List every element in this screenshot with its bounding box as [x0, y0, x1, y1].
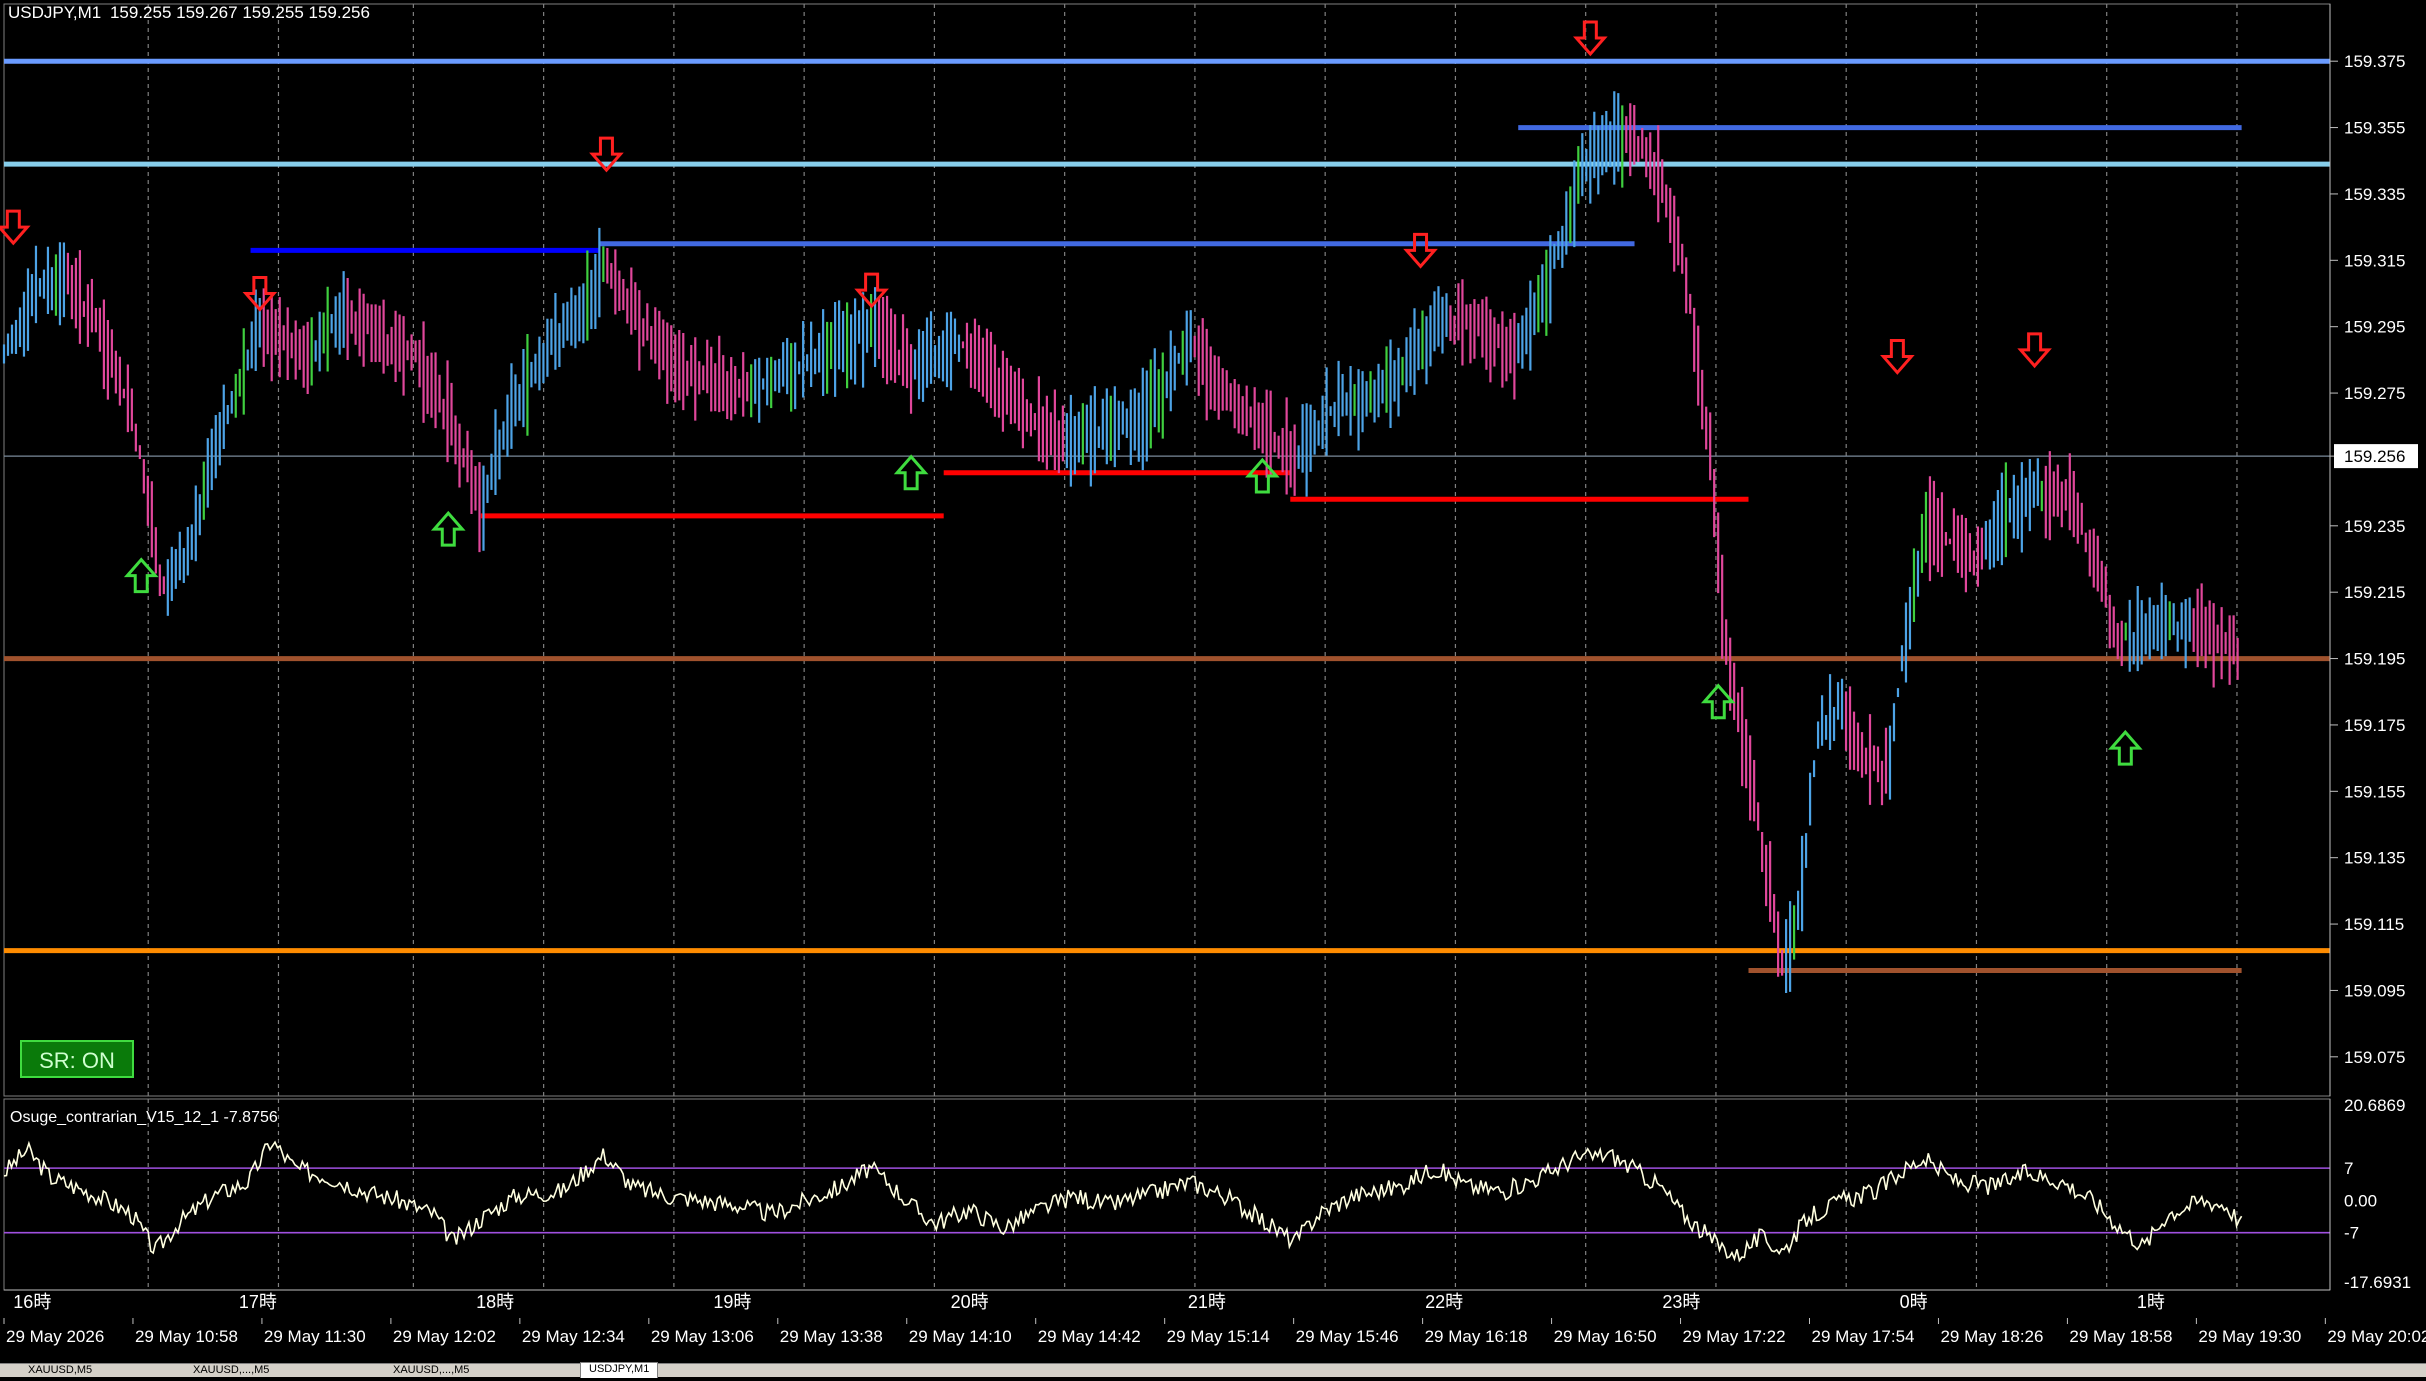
sell-arrow-icon [1573, 20, 1608, 57]
y-tick-label: 159.195 [2344, 650, 2405, 669]
date-label: 29 May 15:46 [1296, 1327, 1399, 1346]
hour-label: 19時 [713, 1292, 751, 1312]
osc-tick-label: -7 [2344, 1224, 2359, 1243]
tab-xauusd-m5-c[interactable]: XAUUSD,...,M5 [385, 1364, 477, 1377]
date-label: 29 May 14:42 [1038, 1327, 1141, 1346]
date-label: 29 May 20:02 [2327, 1327, 2426, 1346]
hour-label: 1時 [2137, 1292, 2165, 1312]
hour-label: 16時 [13, 1292, 51, 1312]
y-tick-label: 159.155 [2344, 782, 2405, 801]
sell-arrow-icon [1880, 339, 1915, 375]
date-label: 29 May 2026 [6, 1327, 104, 1346]
date-label: 29 May 18:26 [1940, 1327, 2043, 1346]
y-tick-label: 159.295 [2344, 318, 2405, 337]
hour-label: 0時 [1900, 1292, 1928, 1312]
sell-arrow-icon [2017, 332, 2052, 369]
date-label: 29 May 16:50 [1554, 1327, 1657, 1346]
osc-tick-label: 7 [2344, 1159, 2353, 1178]
y-tick-label: 159.335 [2344, 185, 2405, 204]
y-tick-label: 159.355 [2344, 119, 2405, 138]
sr-toggle-button[interactable]: SR: ON [20, 1040, 134, 1078]
date-label: 29 May 19:30 [2198, 1327, 2301, 1346]
y-tick-label: 159.175 [2344, 716, 2405, 735]
y-tick-label: 159.315 [2344, 251, 2405, 270]
indicator-label: Osuge_contrarian_V15_12_1 -7.8756 [10, 1109, 278, 1126]
buy-arrow-icon [1245, 457, 1280, 494]
price-chart[interactable]: 159.375 159.355 159.335 159.315 159.295 159.2… [0, 0, 2426, 1376]
date-label: 29 May 13:38 [780, 1327, 883, 1346]
y-tick-label: 159.115 [2344, 915, 2404, 934]
date-label: 29 May 17:54 [1811, 1327, 1914, 1346]
date-label: 29 May 17:22 [1683, 1327, 1786, 1346]
date-label: 29 May 10:58 [135, 1327, 238, 1346]
y-tick-label: 159.375 [2344, 52, 2405, 71]
buy-arrow-icon [2108, 729, 2143, 766]
hour-label: 23時 [1662, 1292, 1700, 1312]
date-label: 29 May 14:10 [909, 1327, 1012, 1346]
date-label: 29 May 15:14 [1167, 1327, 1270, 1346]
hour-label: 21時 [1188, 1292, 1226, 1312]
y-tick-label: 159.256 [2344, 447, 2405, 466]
buy-arrow-icon [430, 510, 466, 547]
chart-header: USDJPY,M1 159.255 159.267 159.255 159.256 [8, 3, 370, 22]
date-label: 29 May 12:34 [522, 1327, 625, 1346]
hour-label: 18時 [476, 1292, 514, 1312]
y-tick-label: 159.275 [2344, 384, 2405, 403]
oscillator-line [3, 1140, 2243, 1263]
y-tick-label: 159.215 [2344, 583, 2405, 602]
osc-tick-label: 20.6869 [2344, 1096, 2405, 1115]
hour-label: 17時 [239, 1292, 277, 1312]
date-label: 29 May 12:02 [393, 1327, 496, 1346]
sell-arrow-icon [1403, 232, 1438, 269]
hour-label: 20時 [951, 1292, 989, 1312]
osc-tick-label: 0.00 [2344, 1191, 2377, 1210]
hour-label: 22時 [1425, 1292, 1463, 1312]
date-label: 29 May 11:30 [264, 1327, 366, 1346]
date-label: 29 May 18:58 [2069, 1327, 2172, 1346]
osc-tick-label: -17.6931 [2344, 1273, 2411, 1292]
y-tick-label: 159.135 [2344, 849, 2405, 868]
tab-xauusd-m5[interactable]: XAUUSD,M5 [20, 1364, 100, 1377]
chart-tabs: XAUUSD,M5 XAUUSD,...,M5 XAUUSD,...,M5 US… [0, 1362, 2426, 1378]
y-tick-label: 159.095 [2344, 981, 2405, 1000]
buy-arrow-icon [893, 454, 929, 491]
chart-window[interactable]: 159.375 159.355 159.335 159.315 159.295 159.2… [0, 0, 2426, 1378]
date-label: 29 May 16:18 [1425, 1327, 1528, 1346]
date-label: 29 May 13:06 [651, 1327, 754, 1346]
tab-xauusd-m5-b[interactable]: XAUUSD,...,M5 [185, 1364, 277, 1377]
buy-arrow-icon [123, 557, 159, 594]
y-tick-label: 159.235 [2344, 517, 2405, 536]
buy-arrow-icon [1700, 683, 1736, 720]
y-tick-label: 159.075 [2344, 1048, 2405, 1067]
